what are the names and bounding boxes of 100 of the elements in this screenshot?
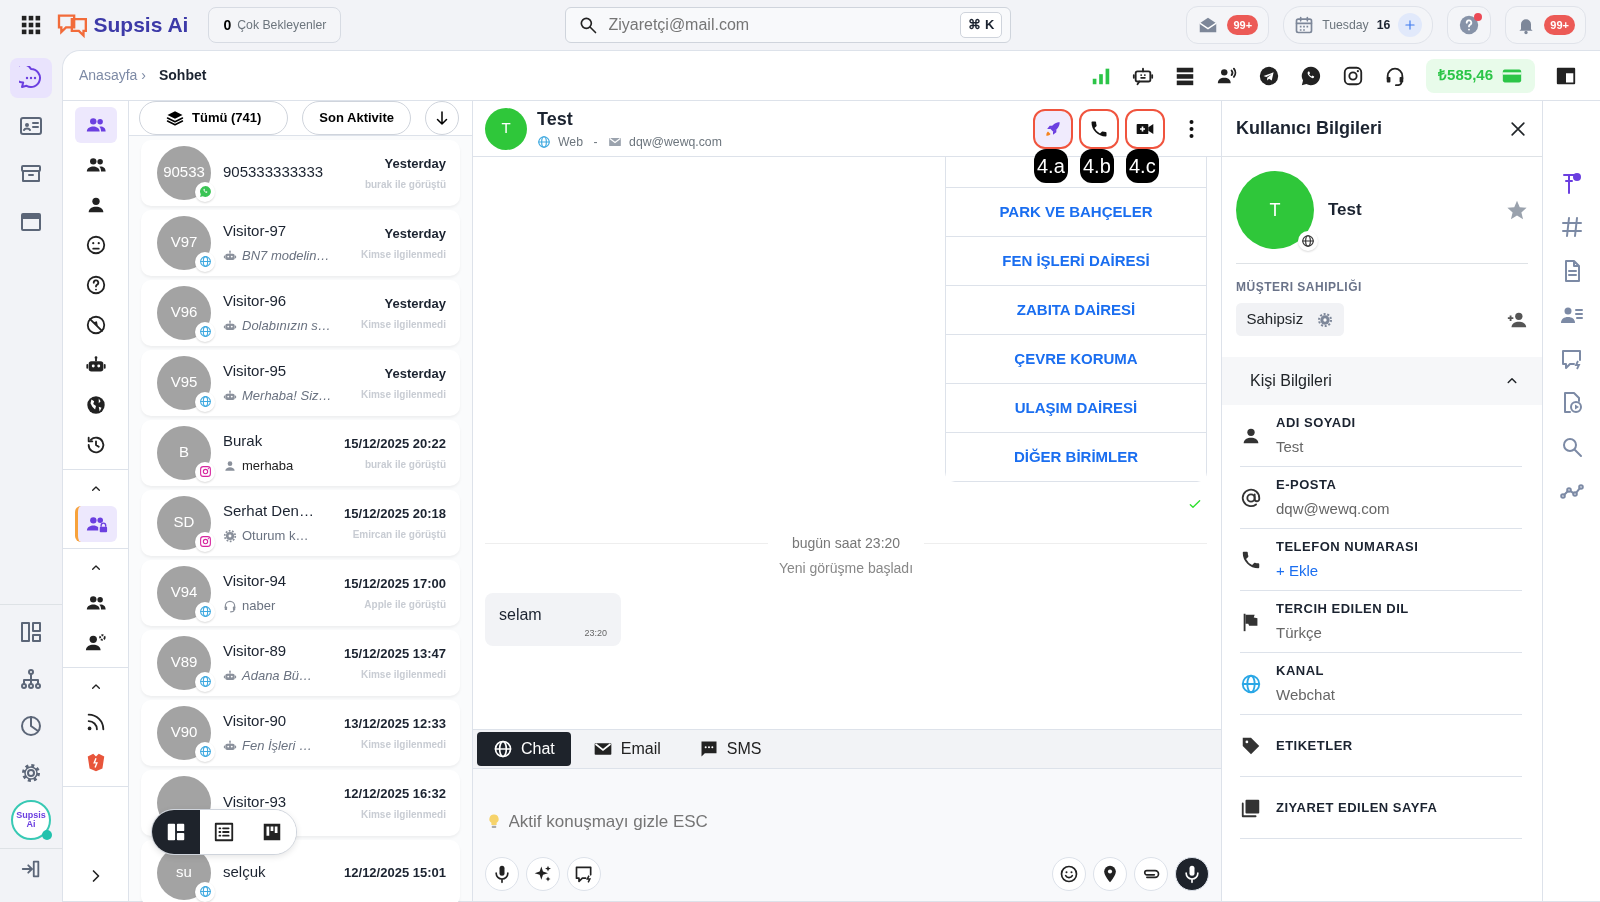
channel-tab[interactable]: Chat xyxy=(477,732,571,766)
contact-name: Visitor-93 xyxy=(223,792,288,813)
layers-icon xyxy=(166,109,184,127)
globe-icon xyxy=(84,394,107,416)
contact-name: Visitor-96 xyxy=(223,290,288,311)
envelope-icon xyxy=(608,135,623,149)
message-text: selam xyxy=(499,604,543,625)
settings-icon xyxy=(223,528,237,543)
view-toggle-button[interactable] xyxy=(152,810,200,854)
plus-icon xyxy=(1403,18,1418,32)
hashtag-icon xyxy=(1559,215,1584,239)
composer-input[interactable]: Aktif konuşmayı gizle ESC xyxy=(506,808,1209,836)
timestamp: 15/12/2025 17:00 xyxy=(344,574,446,593)
view-toggle-button[interactable] xyxy=(248,810,296,854)
robot-icon xyxy=(223,738,237,753)
microphone-icon xyxy=(492,864,512,884)
message-preview: Merhaba! Siz… xyxy=(242,386,332,405)
composer-button[interactable] xyxy=(526,857,560,891)
whatsapp-icon xyxy=(1300,64,1323,87)
instagram-icon xyxy=(1342,64,1365,87)
help-icon xyxy=(84,274,107,296)
owner-button[interactable]: Sahipsiz xyxy=(1236,303,1344,336)
count-badge: 99+ xyxy=(1227,14,1259,36)
contact-name: Visitor-95 xyxy=(223,360,288,381)
composer-button[interactable] xyxy=(1093,857,1127,891)
profile-avatar[interactable]: Supsis Ai xyxy=(11,800,51,840)
contact-email: dqw@wewq.com xyxy=(629,133,722,151)
composer-button[interactable] xyxy=(485,857,519,891)
filter-button[interactable] xyxy=(74,107,117,143)
app-grid-icon xyxy=(20,14,42,36)
message-preview: Fen İşleri … xyxy=(242,736,313,755)
waiting-filter[interactable]: 0 Çok Bekleyenler xyxy=(208,7,342,43)
more-icon xyxy=(1188,118,1194,139)
chat-bolt-icon xyxy=(574,864,594,884)
message-preview: Dolabınızın s… xyxy=(242,316,331,335)
contact-name: selçuk xyxy=(223,862,267,883)
timestamp: 15/12/2025 20:22 xyxy=(344,434,446,453)
contact-name: Visitor-90 xyxy=(223,710,288,731)
composer-button[interactable] xyxy=(1052,857,1086,891)
settings-icon xyxy=(1317,311,1334,328)
filter-button[interactable] xyxy=(74,506,117,542)
sort-button[interactable]: Son Aktivite xyxy=(302,101,411,135)
message-preview: Oturum k… xyxy=(242,526,309,545)
contact-name: Visitor-94 xyxy=(223,570,288,591)
breadcrumb-link[interactable]: Anasayfa › xyxy=(79,65,146,86)
field-label: ETIKETLER xyxy=(1276,736,1353,755)
view-toggle-button[interactable] xyxy=(200,810,248,854)
timestamp: 12/12/2025 16:32 xyxy=(344,784,446,803)
status-filter-button[interactable]: Tümü (741) xyxy=(139,101,289,135)
search-field[interactable]: Ziyaretçi@mail.com ⌘ K xyxy=(565,7,1012,43)
separator-text: - xyxy=(593,133,598,151)
composer-button[interactable] xyxy=(567,857,601,891)
microphone-icon xyxy=(1182,864,1202,884)
field-label: ADI SOYADI xyxy=(1276,413,1356,432)
contact-name: Test xyxy=(1328,199,1363,222)
section-toggle[interactable]: Kişi Bilgileri xyxy=(1222,357,1542,405)
conversation-item[interactable]: su selçuk 12/12/2025 15:01 xyxy=(141,839,460,902)
kanban-view-icon xyxy=(261,821,283,843)
date-label: 16 xyxy=(1376,16,1391,34)
channel-tab[interactable]: SMS xyxy=(682,732,778,766)
channel-tab[interactable]: Email xyxy=(576,732,677,766)
robot-icon xyxy=(223,318,237,333)
apps-button[interactable] xyxy=(20,14,42,36)
help-icon xyxy=(1458,14,1481,36)
field-label: TERCIH EDILEN DIL xyxy=(1276,599,1409,618)
message-preview: Adana Bü… xyxy=(242,666,313,685)
contact-name: Test xyxy=(537,107,574,131)
avatar: T xyxy=(485,107,527,150)
timestamp: Yesterday xyxy=(384,154,446,173)
date-divider: bugün saat 23:20 xyxy=(791,534,901,553)
quick-reply-button[interactable]: DİĞER BİRİMLER xyxy=(946,432,1206,481)
telegram-icon xyxy=(1258,64,1281,87)
search-input[interactable]: Ziyaretçi@mail.com xyxy=(606,12,953,38)
message-icon xyxy=(698,739,719,759)
timestamp: 12/12/2025 15:01 xyxy=(344,863,446,882)
face-icon xyxy=(84,234,107,256)
callout-label: 4.a xyxy=(1034,148,1068,183)
composer-button[interactable] xyxy=(1134,857,1168,891)
weekday-label: Tuesday xyxy=(1322,16,1369,34)
person-icon xyxy=(223,458,237,473)
sort-direction-button[interactable] xyxy=(425,101,459,135)
composer-button[interactable] xyxy=(1175,857,1209,891)
globe-icon xyxy=(537,135,551,149)
globe-icon xyxy=(1240,672,1262,695)
timestamp: Yesterday xyxy=(384,294,446,313)
add-link[interactable]: + Ekle xyxy=(1276,559,1419,583)
favorite-button[interactable] xyxy=(1506,199,1528,221)
message-preview: BN7 modelin… xyxy=(242,246,330,265)
help-button[interactable] xyxy=(1447,6,1492,44)
star-icon xyxy=(1506,199,1528,221)
nav-button[interactable] xyxy=(10,58,52,98)
timestamp: 15/12/2025 20:18 xyxy=(344,504,446,523)
contact-name: Burak xyxy=(223,430,264,451)
blocked-icon xyxy=(84,314,107,336)
field-value: Webchat xyxy=(1276,684,1335,705)
robot-icon xyxy=(223,668,237,683)
contact-name: Visitor-97 xyxy=(223,220,288,241)
board-view-icon xyxy=(165,821,187,843)
timestamp: Yesterday xyxy=(384,364,446,383)
chat-bolt-icon xyxy=(1559,347,1584,371)
